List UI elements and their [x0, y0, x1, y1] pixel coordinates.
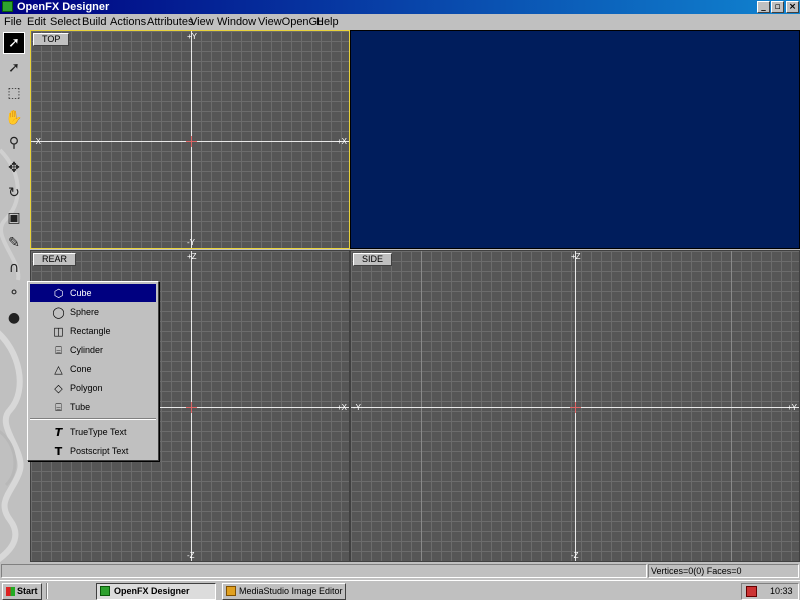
task-openfx-designer[interactable]: OpenFX Designer [96, 583, 216, 600]
rotate-icon[interactable]: ↻ [3, 182, 25, 204]
box-select-icon[interactable]: ⬚ [3, 82, 25, 104]
axis-label-y-neg: -Y [187, 238, 195, 247]
axis-label-x-pos: +X [337, 403, 348, 412]
close-button[interactable]: × [786, 1, 799, 13]
axis-label-y-neg: -Y [353, 403, 361, 412]
viewport-side[interactable]: SIDE +Z -Z -Y +Y [350, 250, 800, 562]
magnet-icon[interactable]: ∩ [3, 257, 25, 279]
menu-separator [30, 418, 156, 420]
menu-item-tube[interactable]: ⌸ Tube [30, 398, 156, 416]
maximize-button[interactable]: ▫ [771, 1, 784, 13]
menu-attributes[interactable]: Attributes [147, 15, 193, 29]
cube-icon: ⬡ [53, 287, 64, 300]
cylinder-icon: ⌸ [55, 344, 62, 357]
axis-label-z-pos: +Z [187, 252, 197, 261]
menu-bar: File Edit Select Build Actions Attribute… [0, 14, 800, 30]
menu-select[interactable]: Select [50, 15, 81, 29]
title-bar: OpenFX Designer _ ▫ × [0, 0, 800, 14]
menu-item-rectangle[interactable]: ◫ Rectangle [30, 322, 156, 340]
axis-label-y-pos: +Y [787, 403, 798, 412]
truetype-icon: T [54, 426, 63, 439]
menu-item-cone[interactable]: △ Cone [30, 360, 156, 378]
menu-item-sphere[interactable]: ◯ Sphere [30, 303, 156, 321]
viewport-top[interactable]: TOP -X +X +Y -Y [30, 30, 350, 249]
zoom-icon[interactable]: ⚲ [3, 132, 25, 154]
minimize-button[interactable]: _ [757, 1, 770, 13]
status-panel-main [1, 564, 647, 578]
pointer-icon[interactable]: ➚ [3, 57, 25, 79]
polygon-icon: ◇ [54, 382, 63, 395]
axis-label-z-pos: +Z [571, 252, 581, 261]
system-tray: 10:33 [741, 583, 799, 600]
grid-major-line [731, 251, 732, 561]
menu-edit[interactable]: Edit [27, 15, 46, 29]
rectangle-icon: ◫ [53, 325, 64, 338]
menu-help[interactable]: Help [316, 15, 339, 29]
viewport-label-top[interactable]: TOP [33, 33, 70, 46]
tube-icon: ⌸ [55, 401, 62, 414]
tray-app-icon[interactable] [746, 586, 757, 597]
axis-label-x-pos: +X [337, 137, 348, 146]
axis-label-z-neg: -Z [571, 551, 579, 560]
windows-logo-icon [6, 587, 15, 596]
axis-label-y-pos: +Y [187, 32, 198, 41]
menu-item-truetype-text[interactable]: T TrueType Text [30, 423, 156, 441]
viewport-label-side[interactable]: SIDE [353, 253, 393, 266]
primitives-icon[interactable]: ⚬ [3, 282, 25, 304]
tool-palette: ➚ ➚ ⬚ ✋ ⚲ ✥ ↻ ▣ ✎ ∩ ⚬ ● [0, 30, 29, 562]
task-mediastudio-image-editor[interactable]: MediaStudio Image Editor [222, 583, 346, 600]
axis-label-x-neg: -X [33, 137, 41, 146]
menu-item-cylinder[interactable]: ⌸ Cylinder [30, 341, 156, 359]
app-icon[interactable] [2, 1, 13, 12]
status-bar: Vertices=0(0) Faces=0 [0, 562, 800, 580]
menu-item-polygon[interactable]: ◇ Polygon [30, 379, 156, 397]
hand-pan-icon[interactable]: ✋ [3, 107, 25, 129]
menu-window[interactable]: Window [217, 15, 256, 29]
menu-build[interactable]: Build [82, 15, 106, 29]
taskbar-separator [46, 583, 48, 599]
viewport-label-rear[interactable]: REAR [33, 253, 77, 266]
mediastudio-app-icon [226, 586, 236, 596]
viewport-camera[interactable] [350, 30, 800, 249]
sphere-icon: ◯ [52, 306, 65, 319]
taskbar: Start OpenFX Designer MediaStudio Image … [0, 580, 800, 600]
primitives-popup-menu: ⬡ Cube ◯ Sphere ◫ Rectangle ⌸ Cylinder △ Cone… [27, 281, 159, 461]
cone-icon: △ [54, 363, 63, 376]
axis-label-z-neg: -Z [187, 551, 195, 560]
openfx-app-icon [100, 586, 110, 596]
select-arrow-icon[interactable]: ➚ [3, 32, 25, 54]
frame-icon[interactable]: ▣ [3, 207, 25, 229]
origin-marker [570, 402, 581, 413]
menu-item-postscript-text[interactable]: T Postscript Text [30, 442, 156, 460]
pen-icon[interactable]: ✎ [3, 232, 25, 254]
origin-marker [186, 402, 197, 413]
start-button[interactable]: Start [2, 583, 42, 600]
menu-viewopengl[interactable]: ViewOpenGL [258, 15, 323, 29]
origin-marker [186, 136, 197, 147]
menu-view[interactable]: View [190, 15, 214, 29]
postscript-icon: T [54, 445, 63, 458]
move-icon[interactable]: ✥ [3, 157, 25, 179]
clock: 10:33 [770, 586, 793, 596]
sphere-ball-icon[interactable]: ● [3, 307, 25, 329]
grid-major-line [421, 251, 422, 561]
menu-actions[interactable]: Actions [110, 15, 146, 29]
status-text: Vertices=0(0) Faces=0 [651, 566, 742, 576]
window-title: OpenFX Designer [17, 1, 110, 13]
menu-file[interactable]: File [4, 15, 22, 29]
menu-item-cube[interactable]: ⬡ Cube [30, 284, 156, 302]
